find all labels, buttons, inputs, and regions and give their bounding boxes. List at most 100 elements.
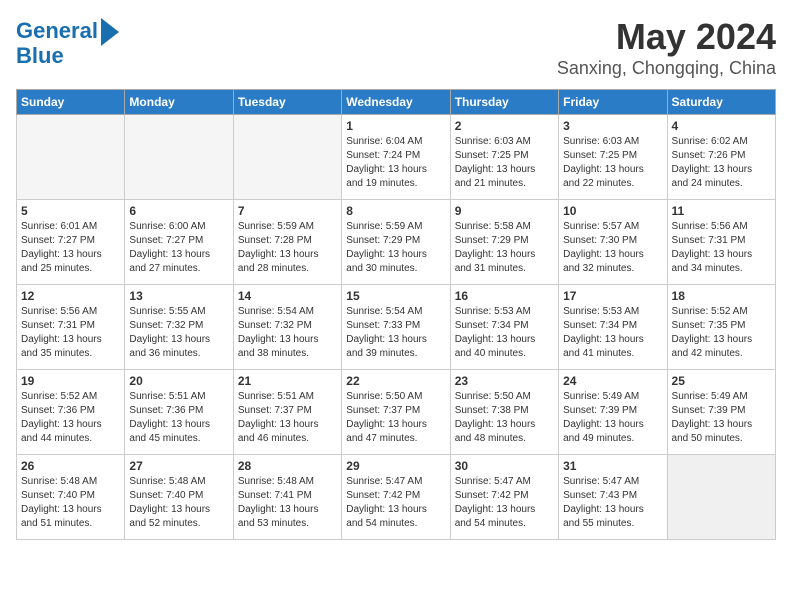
day-info: Sunrise: 5:58 AMSunset: 7:29 PMDaylight:… (455, 220, 554, 276)
day-number: 13 (129, 289, 228, 303)
day-info: Sunrise: 5:48 AMSunset: 7:40 PMDaylight:… (21, 475, 120, 531)
day-info: Sunrise: 5:47 AMSunset: 7:43 PMDaylight:… (563, 475, 662, 531)
calendar-cell: 20 Sunrise: 5:51 AMSunset: 7:36 PMDayligh… (125, 370, 233, 455)
calendar-cell: 13 Sunrise: 5:55 AMSunset: 7:32 PMDayligh… (125, 285, 233, 370)
day-info: Sunrise: 5:54 AMSunset: 7:32 PMDaylight:… (238, 305, 337, 361)
week-row-3: 12 Sunrise: 5:56 AMSunset: 7:31 PMDayligh… (17, 285, 776, 370)
calendar-cell: 25 Sunrise: 5:49 AMSunset: 7:39 PMDayligh… (667, 370, 775, 455)
calendar-cell (125, 115, 233, 200)
week-row-2: 5Sunrise: 6:01 AMSunset: 7:27 PMDaylight… (17, 200, 776, 285)
calendar-cell: 29 Sunrise: 5:47 AMSunset: 7:42 PMDayligh… (342, 455, 450, 540)
day-number: 28 (238, 459, 337, 473)
day-info: Sunrise: 5:55 AMSunset: 7:32 PMDaylight:… (129, 305, 228, 361)
calendar-cell: 8 Sunrise: 5:59 AMSunset: 7:29 PMDaylight… (342, 200, 450, 285)
calendar-cell: 4 Sunrise: 6:02 AMSunset: 7:26 PMDaylight… (667, 115, 775, 200)
weekday-header-row: SundayMondayTuesdayWednesdayThursdayFrid… (17, 90, 776, 115)
calendar-cell: 14 Sunrise: 5:54 AMSunset: 7:32 PMDayligh… (233, 285, 341, 370)
weekday-header-thursday: Thursday (450, 90, 558, 115)
calendar-cell: 16 Sunrise: 5:53 AMSunset: 7:34 PMDayligh… (450, 285, 558, 370)
calendar-table: SundayMondayTuesdayWednesdayThursdayFrid… (16, 89, 776, 540)
day-info: Sunrise: 6:02 AMSunset: 7:26 PMDaylight:… (672, 135, 771, 191)
day-number: 6 (129, 204, 228, 218)
calendar-cell: 6 Sunrise: 6:00 AMSunset: 7:27 PMDaylight… (125, 200, 233, 285)
day-info: Sunrise: 5:59 AMSunset: 7:29 PMDaylight:… (346, 220, 445, 276)
day-number: 29 (346, 459, 445, 473)
calendar-cell: 18Sunrise: 5:52 AMSunset: 7:35 PMDayligh… (667, 285, 775, 370)
day-info: Sunrise: 5:56 AMSunset: 7:31 PMDaylight:… (21, 305, 120, 361)
week-row-5: 26 Sunrise: 5:48 AMSunset: 7:40 PMDayligh… (17, 455, 776, 540)
day-number: 2 (455, 119, 554, 133)
logo-blue: Blue (16, 44, 119, 68)
location-subtitle: Sanxing, Chongqing, China (557, 58, 776, 79)
calendar-cell (667, 455, 775, 540)
day-number: 26 (21, 459, 120, 473)
day-number: 24 (563, 374, 662, 388)
calendar-cell: 9Sunrise: 5:58 AMSunset: 7:29 PMDaylight… (450, 200, 558, 285)
day-info: Sunrise: 5:50 AMSunset: 7:37 PMDaylight:… (346, 390, 445, 446)
calendar-cell: 12 Sunrise: 5:56 AMSunset: 7:31 PMDayligh… (17, 285, 125, 370)
day-number: 27 (129, 459, 228, 473)
calendar-cell: 23 Sunrise: 5:50 AMSunset: 7:38 PMDayligh… (450, 370, 558, 455)
day-number: 11 (672, 204, 771, 218)
day-number: 22 (346, 374, 445, 388)
logo-arrow-icon (101, 18, 119, 46)
calendar-cell: 30Sunrise: 5:47 AMSunset: 7:42 PMDayligh… (450, 455, 558, 540)
calendar-cell: 24 Sunrise: 5:49 AMSunset: 7:39 PMDayligh… (559, 370, 667, 455)
day-number: 17 (563, 289, 662, 303)
day-number: 10 (563, 204, 662, 218)
weekday-header-monday: Monday (125, 90, 233, 115)
day-info: Sunrise: 5:57 AMSunset: 7:30 PMDaylight:… (563, 220, 662, 276)
day-number: 21 (238, 374, 337, 388)
calendar-cell: 28 Sunrise: 5:48 AMSunset: 7:41 PMDayligh… (233, 455, 341, 540)
day-number: 31 (563, 459, 662, 473)
day-info: Sunrise: 5:53 AMSunset: 7:34 PMDaylight:… (563, 305, 662, 361)
day-number: 25 (672, 374, 771, 388)
day-number: 23 (455, 374, 554, 388)
day-number: 14 (238, 289, 337, 303)
day-number: 1 (346, 119, 445, 133)
day-number: 5 (21, 204, 120, 218)
calendar-cell: 19 Sunrise: 5:52 AMSunset: 7:36 PMDayligh… (17, 370, 125, 455)
day-info: Sunrise: 5:49 AMSunset: 7:39 PMDaylight:… (672, 390, 771, 446)
calendar-cell: 17 Sunrise: 5:53 AMSunset: 7:34 PMDayligh… (559, 285, 667, 370)
day-info: Sunrise: 5:50 AMSunset: 7:38 PMDaylight:… (455, 390, 554, 446)
day-info: Sunrise: 5:53 AMSunset: 7:34 PMDaylight:… (455, 305, 554, 361)
day-info: Sunrise: 5:52 AMSunset: 7:35 PMDaylight:… (672, 305, 771, 361)
day-info: Sunrise: 5:49 AMSunset: 7:39 PMDaylight:… (563, 390, 662, 446)
calendar-cell: 10 Sunrise: 5:57 AMSunset: 7:30 PMDayligh… (559, 200, 667, 285)
day-info: Sunrise: 5:56 AMSunset: 7:31 PMDaylight:… (672, 220, 771, 276)
calendar-cell: 21 Sunrise: 5:51 AMSunset: 7:37 PMDayligh… (233, 370, 341, 455)
week-row-1: 1Sunrise: 6:04 AMSunset: 7:24 PMDaylight… (17, 115, 776, 200)
day-number: 15 (346, 289, 445, 303)
calendar-cell: 11 Sunrise: 5:56 AMSunset: 7:31 PMDayligh… (667, 200, 775, 285)
weekday-header-tuesday: Tuesday (233, 90, 341, 115)
day-info: Sunrise: 5:54 AMSunset: 7:33 PMDaylight:… (346, 305, 445, 361)
calendar-cell: 22 Sunrise: 5:50 AMSunset: 7:37 PMDayligh… (342, 370, 450, 455)
day-info: Sunrise: 5:47 AMSunset: 7:42 PMDaylight:… (346, 475, 445, 531)
month-year-title: May 2024 (557, 16, 776, 58)
logo-text: General (16, 19, 98, 43)
day-info: Sunrise: 5:48 AMSunset: 7:41 PMDaylight:… (238, 475, 337, 531)
calendar-cell: 26 Sunrise: 5:48 AMSunset: 7:40 PMDayligh… (17, 455, 125, 540)
title-block: May 2024 Sanxing, Chongqing, China (557, 16, 776, 79)
day-number: 3 (563, 119, 662, 133)
day-number: 12 (21, 289, 120, 303)
page-header: General Blue May 2024 Sanxing, Chongqing… (16, 16, 776, 79)
day-number: 20 (129, 374, 228, 388)
day-info: Sunrise: 5:59 AMSunset: 7:28 PMDaylight:… (238, 220, 337, 276)
day-info: Sunrise: 6:00 AMSunset: 7:27 PMDaylight:… (129, 220, 228, 276)
day-number: 8 (346, 204, 445, 218)
day-info: Sunrise: 5:47 AMSunset: 7:42 PMDaylight:… (455, 475, 554, 531)
day-info: Sunrise: 5:52 AMSunset: 7:36 PMDaylight:… (21, 390, 120, 446)
calendar-cell (233, 115, 341, 200)
day-number: 4 (672, 119, 771, 133)
day-info: Sunrise: 6:03 AMSunset: 7:25 PMDaylight:… (563, 135, 662, 191)
week-row-4: 19 Sunrise: 5:52 AMSunset: 7:36 PMDayligh… (17, 370, 776, 455)
calendar-cell: 31 Sunrise: 5:47 AMSunset: 7:43 PMDayligh… (559, 455, 667, 540)
day-info: Sunrise: 5:51 AMSunset: 7:37 PMDaylight:… (238, 390, 337, 446)
day-number: 19 (21, 374, 120, 388)
logo: General Blue (16, 16, 119, 68)
day-number: 16 (455, 289, 554, 303)
day-info: Sunrise: 5:51 AMSunset: 7:36 PMDaylight:… (129, 390, 228, 446)
calendar-cell: 27Sunrise: 5:48 AMSunset: 7:40 PMDayligh… (125, 455, 233, 540)
